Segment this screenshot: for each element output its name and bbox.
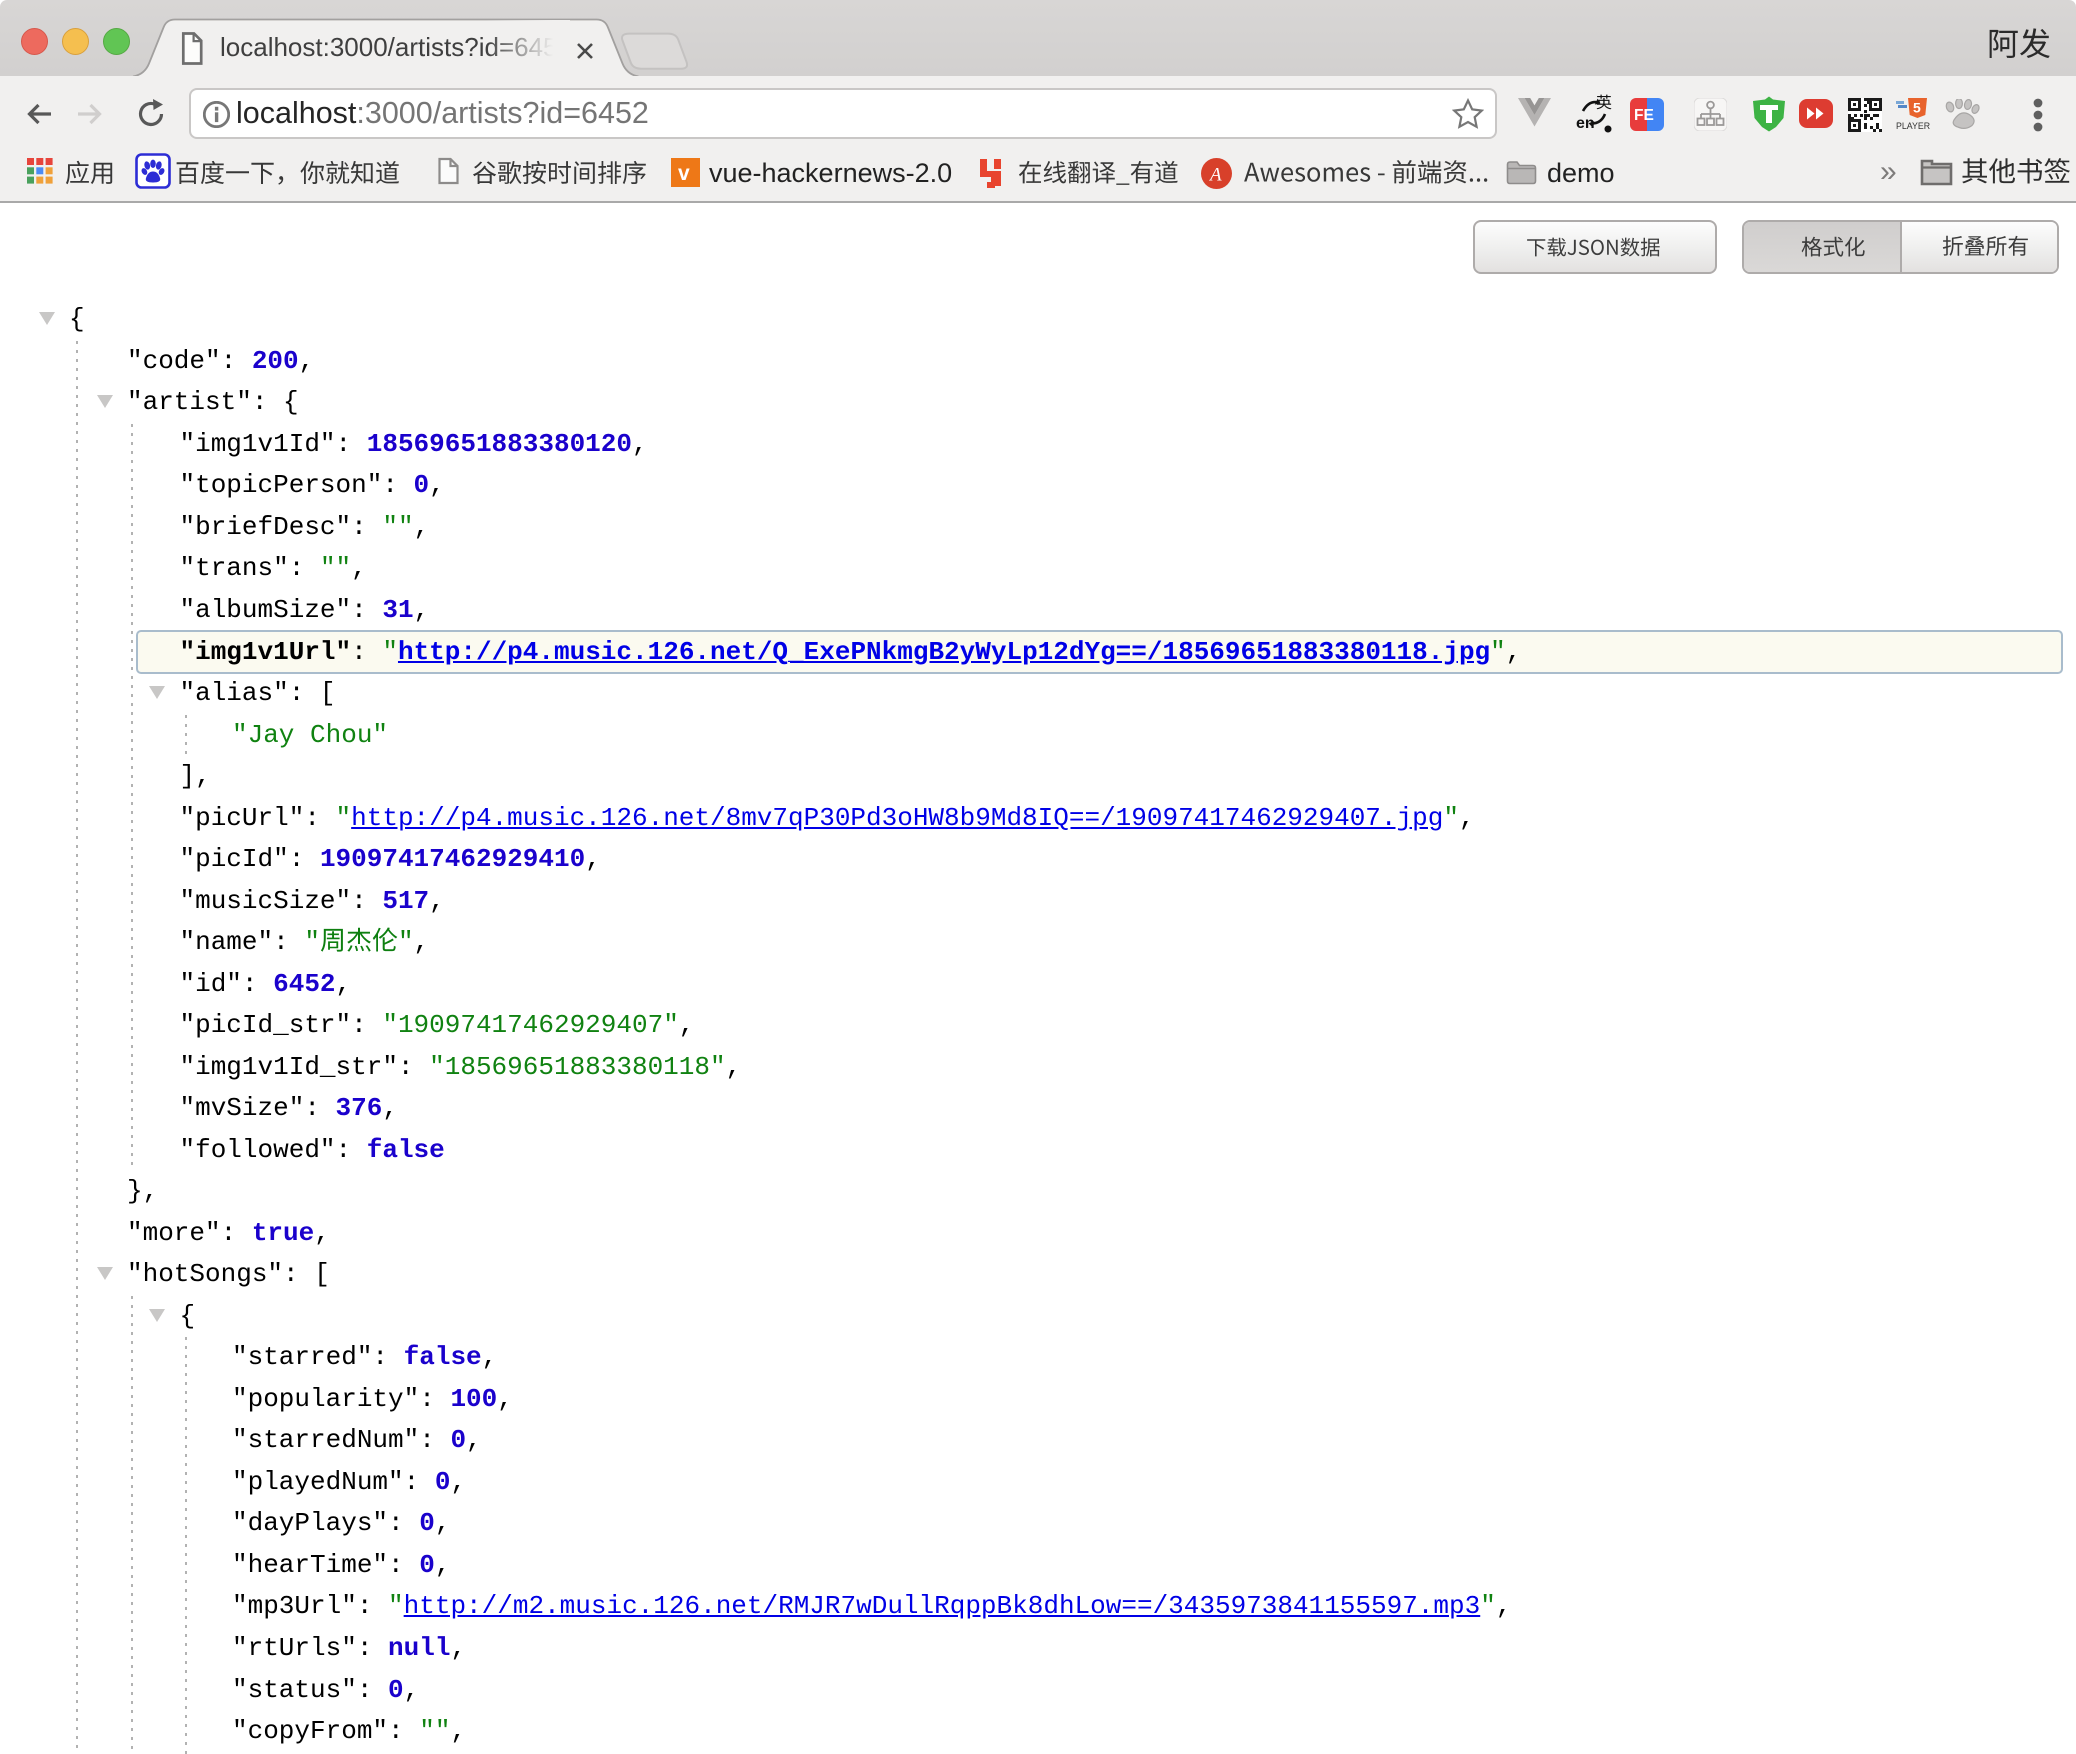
svg-text:PLAYER: PLAYER: [1896, 121, 1930, 131]
svg-text:FE: FE: [1634, 107, 1654, 124]
svg-text:A: A: [1208, 165, 1222, 186]
svg-text:v: v: [678, 162, 690, 185]
svg-text:5: 5: [1913, 100, 1921, 116]
